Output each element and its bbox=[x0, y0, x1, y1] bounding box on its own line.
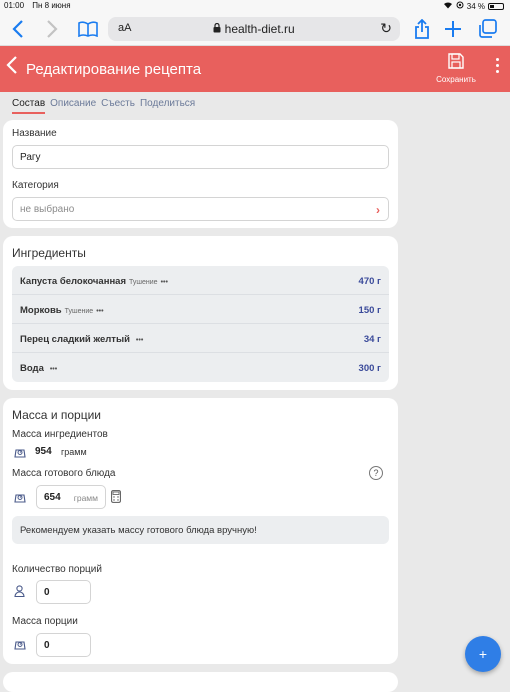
lock-icon bbox=[213, 22, 224, 36]
ingredient-name: Морковь bbox=[20, 305, 62, 316]
tab-composition[interactable]: Состав bbox=[12, 98, 46, 114]
ingredient-row[interactable]: Морковь Тушение ••• 150 г bbox=[12, 295, 389, 324]
portions-value: 0 bbox=[44, 587, 50, 598]
ingredient-weight: 470 г bbox=[358, 276, 381, 287]
hint-box: Рекомендуем указать массу готового блюда… bbox=[12, 516, 389, 544]
app-header: Редактирование рецепта Сохранить bbox=[0, 46, 510, 92]
portion-mass-label: Масса порции bbox=[12, 616, 78, 627]
dish-mass-unit: грамм bbox=[73, 493, 98, 503]
new-tab-icon[interactable] bbox=[441, 17, 465, 41]
portion-mass-input[interactable]: 0 bbox=[36, 633, 91, 657]
portions-label: Количество порций bbox=[12, 564, 102, 575]
ingredients-title: Ингредиенты bbox=[12, 246, 86, 260]
status-time: 01:00 bbox=[4, 1, 25, 10]
battery-icon bbox=[488, 2, 504, 10]
dish-mass-input[interactable]: 654 грамм bbox=[36, 485, 106, 509]
chevron-left-icon bbox=[6, 56, 17, 74]
next-card bbox=[3, 672, 398, 692]
help-icon[interactable]: ? bbox=[369, 466, 383, 480]
recipe-tabs: Состав Описание Съесть Поделиться bbox=[12, 98, 195, 114]
category-select[interactable]: не выбрано › bbox=[12, 197, 389, 221]
browser-toolbar: аА health-diet.ru ↻ bbox=[0, 12, 510, 46]
ingredient-name: Капуста белокочанная bbox=[20, 276, 127, 287]
status-bar: 01:00 Пн 8 июня 34 % bbox=[0, 0, 510, 12]
scale-icon bbox=[14, 494, 26, 503]
address-bar[interactable]: аА health-diet.ru ↻ bbox=[108, 17, 400, 41]
cooking-method: Тушение bbox=[64, 308, 94, 315]
category-value: не выбрано bbox=[20, 204, 75, 215]
ingredient-more-icon[interactable]: ••• bbox=[96, 308, 103, 315]
battery-percent: 34 % bbox=[466, 1, 485, 11]
ingredient-row[interactable]: Вода ••• 300 г bbox=[12, 353, 389, 382]
bookmarks-icon[interactable] bbox=[76, 17, 100, 41]
back-button[interactable] bbox=[6, 56, 18, 78]
ingredients-mass-label: Масса ингредиентов bbox=[12, 429, 108, 440]
browser-back-icon[interactable] bbox=[6, 17, 30, 41]
portions-input[interactable]: 0 bbox=[36, 580, 91, 604]
ingredient-weight: 150 г bbox=[358, 305, 381, 316]
chevron-right-icon: › bbox=[376, 203, 380, 217]
ingredient-row[interactable]: Капуста белокочанная Тушение ••• 470 г bbox=[12, 266, 389, 295]
url-text: health-diet.ru bbox=[224, 22, 295, 36]
tab-share[interactable]: Поделиться bbox=[140, 98, 195, 114]
floppy-disk-icon bbox=[448, 53, 464, 69]
status-date: Пн 8 июня bbox=[32, 1, 71, 10]
ingredients-card: Ингредиенты Капуста белокочанная Тушение •… bbox=[3, 236, 398, 390]
ingredient-name: Перец сладкий желтый bbox=[20, 334, 130, 345]
ingredient-weight: 34 г bbox=[363, 334, 381, 345]
hint-text: Рекомендуем указать массу готового блюда… bbox=[20, 525, 257, 536]
ingredient-row[interactable]: Перец сладкий желтый ••• 34 г bbox=[12, 324, 389, 353]
wifi-icon bbox=[443, 1, 453, 11]
recipe-name-input[interactable]: Рагу bbox=[12, 145, 389, 169]
location-icon bbox=[456, 1, 464, 11]
add-button[interactable]: + bbox=[465, 636, 501, 672]
page-title: Редактирование рецепта bbox=[26, 61, 202, 78]
cooking-method: Тушение bbox=[129, 279, 158, 286]
tabs-overview-icon[interactable] bbox=[476, 17, 500, 41]
ingredients-list: Капуста белокочанная Тушение ••• 470 г Мор… bbox=[12, 266, 389, 382]
ingredient-more-icon[interactable]: ••• bbox=[50, 366, 57, 373]
scale-icon bbox=[14, 641, 26, 650]
person-icon bbox=[14, 585, 25, 597]
save-button[interactable]: Сохранить bbox=[432, 53, 480, 84]
basic-info-card: Название Рагу Категория не выбрано › bbox=[3, 120, 398, 228]
ingredient-weight: 300 г bbox=[358, 363, 381, 374]
mass-title: Масса и порции bbox=[12, 408, 101, 422]
name-label: Название bbox=[12, 128, 57, 139]
tab-eat[interactable]: Съесть bbox=[101, 98, 135, 114]
browser-forward-icon[interactable] bbox=[40, 17, 64, 41]
ingredient-more-icon[interactable]: ••• bbox=[161, 279, 168, 286]
save-label: Сохранить bbox=[436, 75, 476, 84]
scale-icon bbox=[14, 449, 26, 458]
ingredients-mass-unit: грамм bbox=[61, 447, 87, 457]
portion-mass-value: 0 bbox=[44, 640, 50, 651]
share-icon[interactable] bbox=[410, 17, 434, 41]
ingredient-name: Вода bbox=[20, 363, 44, 374]
reload-icon[interactable]: ↻ bbox=[380, 20, 392, 37]
calculator-icon[interactable] bbox=[111, 490, 121, 508]
battery-fill bbox=[490, 4, 494, 8]
dish-mass-label: Масса готового блюда bbox=[12, 468, 116, 479]
dish-mass-value: 654 bbox=[44, 492, 61, 503]
ingredients-mass-value: 954 bbox=[35, 446, 52, 457]
tab-description[interactable]: Описание bbox=[50, 98, 96, 114]
more-menu-icon[interactable] bbox=[494, 58, 500, 76]
ingredient-more-icon[interactable]: ••• bbox=[136, 337, 143, 344]
mass-portions-card: Масса и порции Масса ингредиентов 954 гр… bbox=[3, 398, 398, 664]
category-label: Категория bbox=[12, 180, 59, 191]
